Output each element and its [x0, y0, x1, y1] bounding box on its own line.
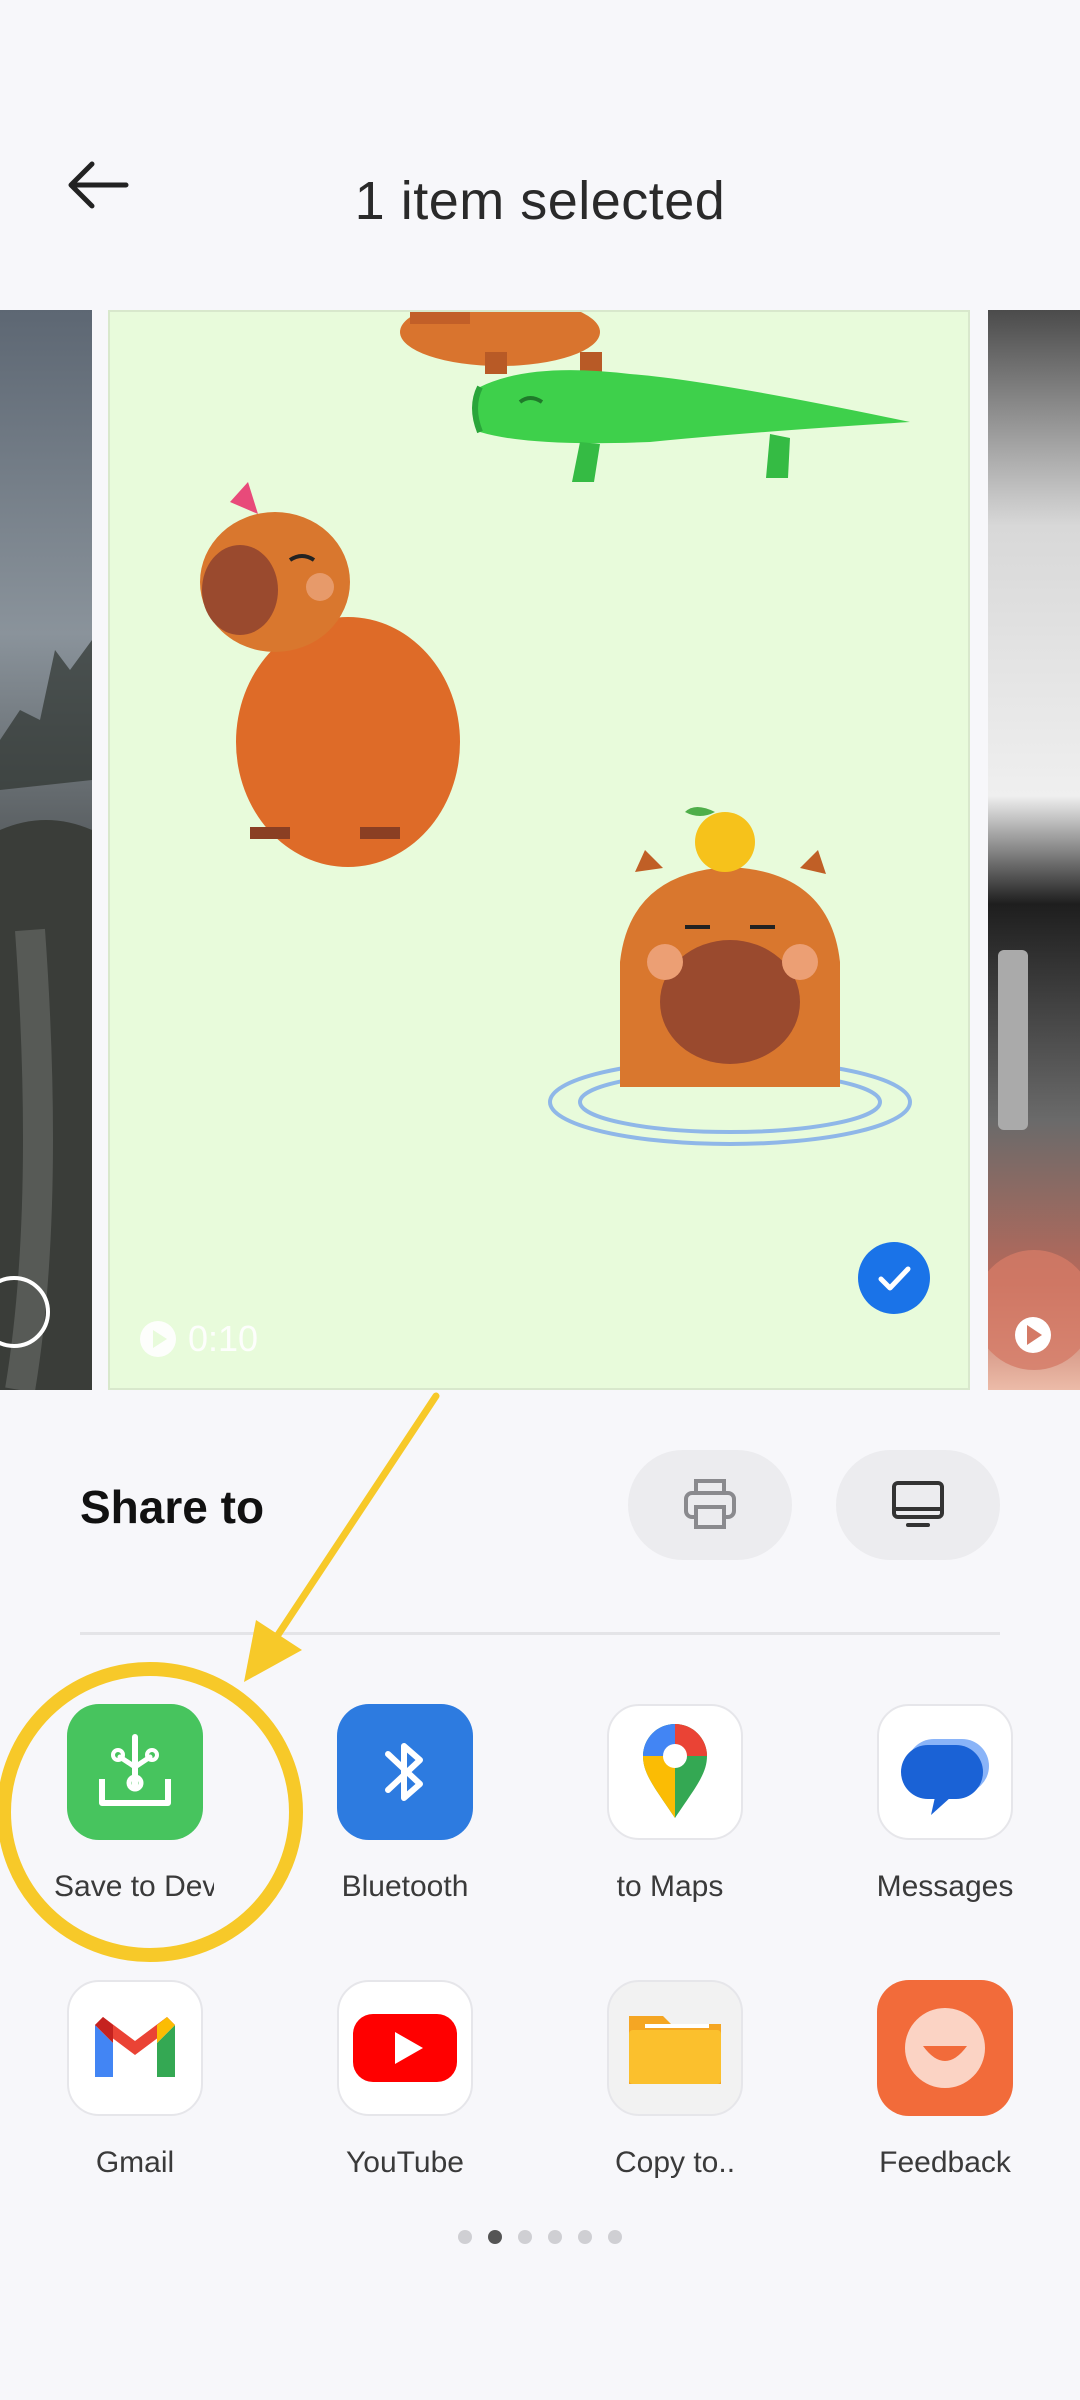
app-label: Messages [876, 1870, 1014, 1903]
page-dot[interactable] [608, 2230, 622, 2244]
header: 1 item selected [0, 0, 1080, 300]
duration-text: 0:10 [188, 1318, 259, 1359]
app-maps[interactable]: to Maps [560, 1704, 790, 1904]
media-thumbnail-selected[interactable]: 0:10 [108, 310, 970, 1390]
page-dot[interactable] [548, 2230, 562, 2244]
feedback-smile-icon [877, 1980, 1013, 2116]
app-gmail[interactable]: Gmail [20, 1980, 250, 2180]
page-dot[interactable] [458, 2230, 472, 2244]
landscape-image [0, 640, 92, 1390]
app-save-to-device[interactable]: Save to Dev [20, 1704, 250, 1904]
app-label: Copy to.. [614, 2146, 736, 2179]
capybara-sticker-image [200, 312, 912, 1146]
app-label: Gmail [95, 2146, 175, 2179]
download-tray-icon [67, 1704, 203, 1840]
bluetooth-icon [337, 1704, 473, 1840]
app-label: to Maps [616, 1870, 724, 1903]
selected-checkmark[interactable] [858, 1242, 930, 1314]
print-icon [684, 1479, 736, 1529]
youtube-icon [337, 1980, 473, 2116]
play-icon [140, 1321, 176, 1357]
gmail-icon [67, 1980, 203, 2116]
app-label: Feedback [879, 2146, 1011, 2179]
app-label: Save to Dev [54, 1870, 214, 1903]
app-youtube[interactable]: YouTube [290, 1980, 520, 2180]
folder-icon [607, 1980, 743, 2116]
print-button[interactable] [628, 1450, 792, 1560]
media-carousel[interactable]: 0:10 [0, 310, 1080, 1390]
app-messages[interactable]: Messages [830, 1704, 1060, 1904]
media-thumbnail-next[interactable] [988, 310, 1080, 1390]
page-title: 1 item selected [354, 171, 726, 231]
maps-pin-icon [607, 1704, 743, 1840]
video-duration: 0:10 [138, 1318, 258, 1360]
monitor-icon [892, 1481, 944, 1527]
app-label: Bluetooth [341, 1870, 469, 1903]
checkmark-icon [878, 1266, 911, 1291]
page-dot-current[interactable] [488, 2230, 502, 2244]
page-indicator [0, 2230, 1080, 2244]
messages-bubble-icon [877, 1704, 1013, 1840]
media-thumbnail-previous[interactable] [0, 310, 92, 1390]
app-bluetooth[interactable]: Bluetooth [290, 1704, 520, 1904]
share-header: Share to [0, 1440, 1080, 1580]
video-frame-image [988, 950, 1080, 1370]
app-feedback[interactable]: Feedback [830, 1980, 1060, 2180]
app-label: YouTube [346, 2146, 464, 2179]
share-title: Share to [80, 1481, 265, 1533]
app-copy-to[interactable]: Copy to.. [560, 1980, 790, 2180]
cast-button[interactable] [836, 1450, 1000, 1560]
page-dot[interactable] [578, 2230, 592, 2244]
divider [80, 1632, 1000, 1635]
annotation-arrowhead [244, 1620, 302, 1682]
page-dot[interactable] [518, 2230, 532, 2244]
